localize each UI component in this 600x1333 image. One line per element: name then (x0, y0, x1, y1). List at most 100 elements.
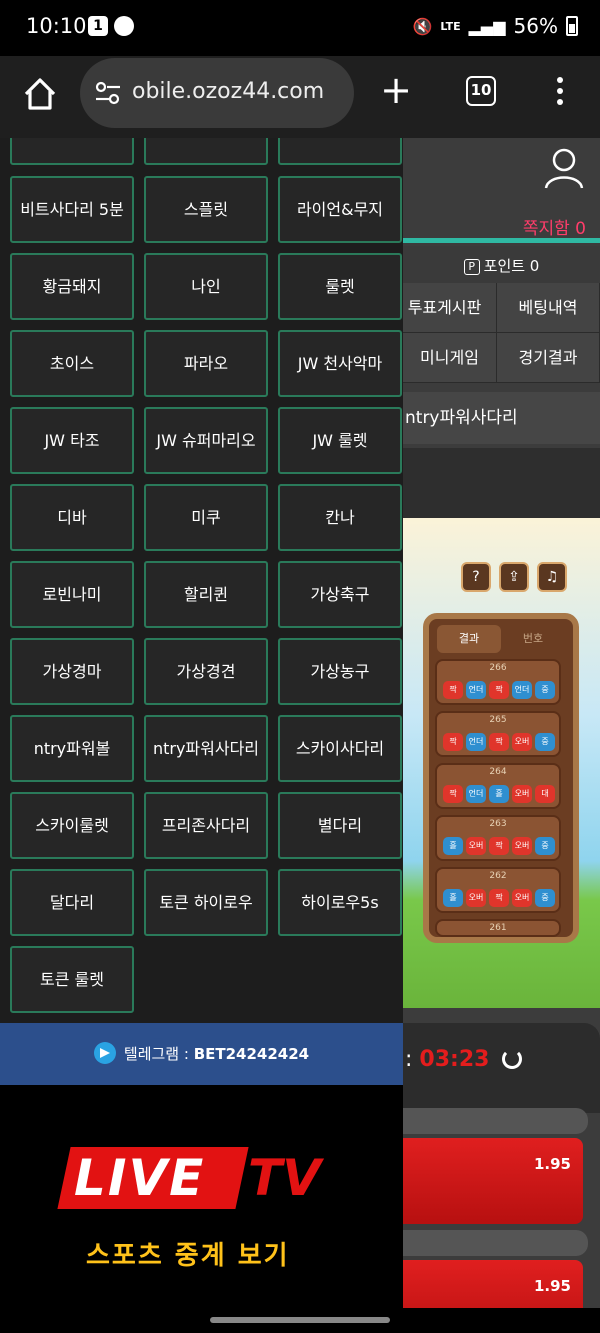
tab-numbers[interactable]: 번호 (501, 625, 565, 653)
new-tab-button[interactable]: + (378, 70, 414, 114)
notification-icon: 1 (88, 16, 108, 36)
odds-value: 1.95 (533, 1277, 571, 1295)
round-number: 265 (489, 715, 507, 725)
odds-button[interactable]: 1.95 (403, 1138, 583, 1224)
result-chip: 중 (535, 837, 555, 855)
round-row: 265 짝 언더 짝 오버 중 (435, 711, 561, 757)
result-chip: 짝 (443, 681, 463, 699)
menu-item[interactable]: 가상축구 (278, 561, 402, 628)
menu-item[interactable]: 가상경견 (144, 638, 268, 705)
points-display: P 포인트 0 (403, 246, 600, 286)
share-icon[interactable]: ⇪ (499, 562, 529, 592)
menu-item[interactable]: JW 슈퍼마리오 (144, 407, 268, 474)
menu-item[interactable]: 디바 (10, 484, 134, 551)
result-chip: 오버 (466, 837, 486, 855)
home-button[interactable] (18, 72, 62, 116)
signal-icon: ▂▄▆ (468, 16, 506, 36)
menu-item[interactable]: 칸나 (278, 484, 402, 551)
game-controls: ? ⇪ ♫ (461, 562, 567, 592)
menu-item[interactable]: 가상경마 (10, 638, 134, 705)
sound-icon[interactable]: ♫ (537, 562, 567, 592)
live-subtitle: 스포츠 중계 보기 (86, 1241, 290, 1271)
menu-item[interactable]: 프리존사다리 (144, 792, 268, 859)
result-chip: 짝 (489, 837, 509, 855)
battery-icon (566, 16, 578, 36)
menu-item[interactable]: 미쿠 (144, 484, 268, 551)
menu-item[interactable]: 토큰 하이로우 (144, 869, 268, 936)
menu-item[interactable]: 가상농구 (278, 638, 402, 705)
menu-item[interactable]: 스카이룰렛 (10, 792, 134, 859)
menu-item[interactable]: 토큰 룰렛 (10, 946, 134, 1013)
browser-toolbar: obile.ozoz44.com + 10 (0, 56, 600, 138)
menu-item[interactable]: JW 타조 (10, 407, 134, 474)
round-number: 262 (489, 871, 507, 881)
address-bar[interactable]: obile.ozoz44.com (80, 58, 354, 128)
result-chip: 중 (535, 889, 555, 907)
account-icon (114, 16, 134, 36)
round-row: 263 홀 오버 짝 오버 중 (435, 815, 561, 861)
round-number: 261 (489, 923, 507, 933)
menu-item[interactable]: JW 천사악마 (278, 330, 402, 397)
result-chip: 중 (535, 681, 555, 699)
timer-panel: : 03:23 (403, 1023, 600, 1113)
result-chip: 짝 (489, 733, 509, 751)
result-chip: 중 (535, 733, 555, 751)
telegram-icon (93, 1042, 116, 1064)
result-chip: 오버 (512, 785, 532, 803)
bet-row-header (403, 1230, 588, 1256)
menu-item[interactable]: 라이언&무지 (278, 176, 402, 243)
nav-minigame[interactable]: 미니게임 (403, 333, 497, 383)
menu-item[interactable]: 별다리 (278, 792, 402, 859)
result-chip: 언더 (466, 681, 486, 699)
result-chip: 홀 (443, 889, 463, 907)
mute-icon: 🔇 (412, 16, 433, 36)
odds-value: 1.95 (533, 1155, 571, 1173)
menu-item-partial[interactable] (10, 138, 134, 165)
results-board: 결과 번호 266 짝 언더 짝 언더 중 265 짝 언더 짝 오버 중 264 짝 언더 홀 오버 대 263 홀… (423, 613, 579, 943)
nav-vote-board[interactable]: 투표게시판 (403, 283, 497, 333)
menu-item[interactable]: ntry파워사다리 (144, 715, 268, 782)
result-chip: 언더 (466, 733, 486, 751)
user-icon[interactable] (544, 146, 584, 190)
menu-item-partial[interactable] (144, 138, 268, 165)
result-chip: 짝 (443, 733, 463, 751)
round-row: 262 홀 오버 짝 오버 중 (435, 867, 561, 913)
message-box-link[interactable]: 쪽지함 0 (523, 214, 586, 239)
network-label: LTE (440, 19, 461, 33)
help-icon[interactable]: ? (461, 562, 491, 592)
menu-item[interactable]: 하이로우5s (278, 869, 402, 936)
menu-item[interactable]: 룰렛 (278, 253, 402, 320)
menu-item[interactable]: 할리퀸 (144, 561, 268, 628)
game-menu: 비트사다리 5분 스플릿 라이언&무지 황금돼지 나인 룰렛 초이스 파라오 JW 천사악마 JW… (0, 138, 403, 1023)
url-text: obile.ozoz44.com (132, 79, 325, 104)
menu-item[interactable]: 스카이사다리 (278, 715, 402, 782)
live-tv-banner[interactable]: LIVE TV 스포츠 중계 보기 (0, 1085, 403, 1318)
refresh-icon[interactable] (502, 1049, 523, 1069)
web-page: 쪽지함 0 P 포인트 0 투표게시판 베팅내역 미니게임 경기결과 ntry파워… (0, 138, 600, 1318)
result-chip: 짝 (489, 681, 509, 699)
nav-bet-history[interactable]: 베팅내역 (497, 283, 600, 333)
menu-item[interactable]: 로빈나미 (10, 561, 134, 628)
menu-item[interactable]: 초이스 (10, 330, 134, 397)
tab-results[interactable]: 결과 (437, 625, 501, 653)
menu-item-partial[interactable] (278, 138, 402, 165)
more-menu-button[interactable] (550, 74, 570, 110)
result-chip: 언더 (512, 681, 532, 699)
menu-item[interactable]: 비트사다리 5분 (10, 176, 134, 243)
home-icon (24, 78, 56, 110)
menu-item[interactable]: 나인 (144, 253, 268, 320)
round-number: 264 (489, 767, 507, 777)
menu-item[interactable]: JW 룰렛 (278, 407, 402, 474)
result-chip: 오버 (512, 837, 532, 855)
countdown-value: 03:23 (419, 1047, 490, 1072)
menu-item[interactable]: 황금돼지 (10, 253, 134, 320)
menu-item[interactable]: 파라오 (144, 330, 268, 397)
menu-item[interactable]: 달다리 (10, 869, 134, 936)
menu-item[interactable]: ntry파워볼 (10, 715, 134, 782)
tab-switcher-button[interactable]: 10 (466, 76, 496, 106)
telegram-bar[interactable]: 텔레그램 : BET24242424 (0, 1023, 403, 1085)
site-settings-icon (95, 81, 120, 105)
plus-icon: + (380, 68, 412, 112)
menu-item[interactable]: 스플릿 (144, 176, 268, 243)
nav-match-results[interactable]: 경기결과 (497, 333, 600, 383)
